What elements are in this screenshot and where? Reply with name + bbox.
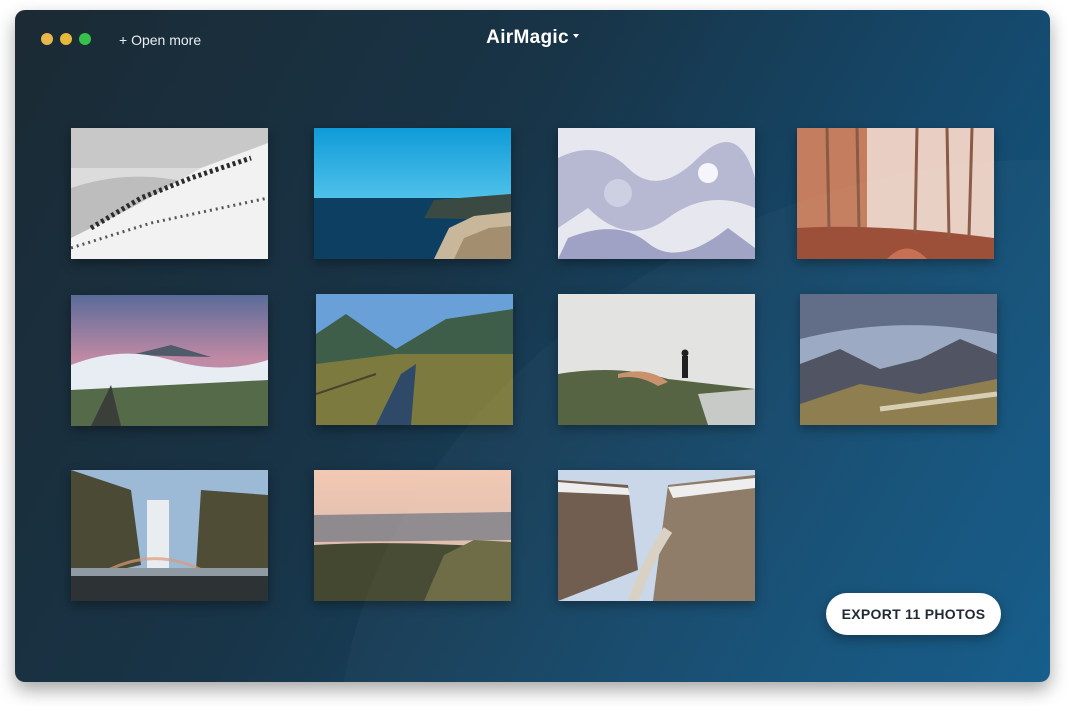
- photo-sea-cliff-blue-sky[interactable]: [314, 128, 511, 259]
- photo-canyon-cliffs[interactable]: [558, 470, 755, 601]
- photo-snowy-mountain-fog[interactable]: [71, 128, 268, 259]
- chevron-down-icon: [572, 33, 579, 38]
- photo-waterfall-rainbow[interactable]: [71, 470, 268, 601]
- app-title-dropdown[interactable]: AirMagic: [15, 27, 1050, 49]
- photo-volcano-clouds[interactable]: [71, 295, 268, 426]
- photo-person-on-cliff[interactable]: [558, 294, 755, 425]
- photo-misty-forest[interactable]: [797, 128, 994, 259]
- photo-mountain-ridge[interactable]: [800, 294, 997, 425]
- export-photos-button[interactable]: EXPORT 11 PHOTOS: [826, 593, 1001, 635]
- app-title: AirMagic: [486, 27, 569, 48]
- app-window: + Open more AirMagic EXPORT 11 PHOTOS: [15, 10, 1050, 682]
- photo-valley-stream[interactable]: [316, 294, 513, 425]
- photo-hills-sunset[interactable]: [314, 470, 511, 601]
- photo-snow-texture[interactable]: [558, 128, 755, 259]
